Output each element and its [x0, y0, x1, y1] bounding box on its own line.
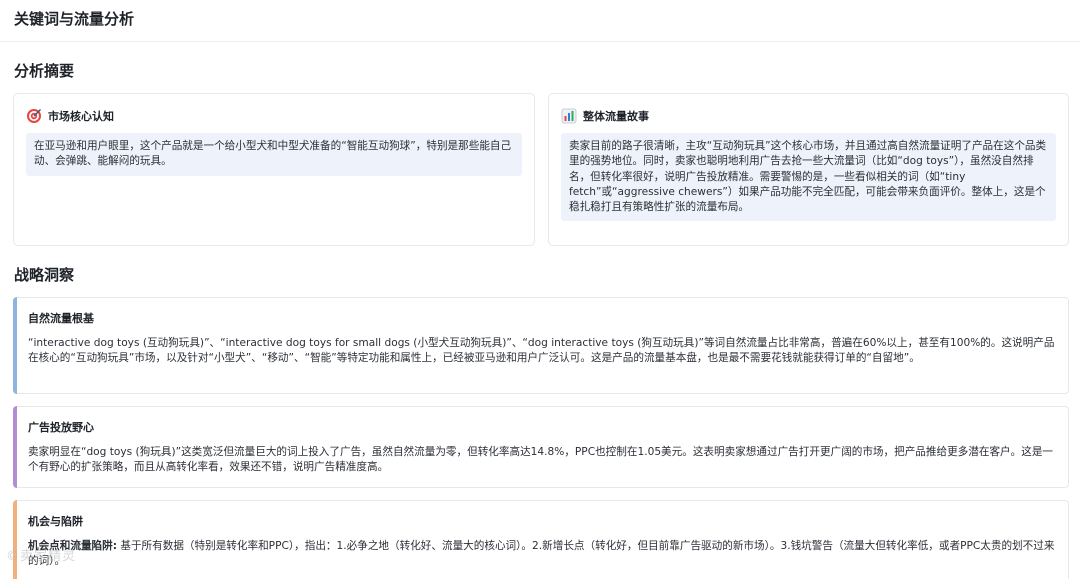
opportunity-risk-title: 机会与陷阱	[28, 515, 83, 528]
summary-section-title: 分析摘要	[14, 62, 75, 80]
ad-ambition-insight: 广告投放野心 卖家明显在“dog toys (狗玩具)”这类宽泛但流量巨大的词上…	[13, 406, 1069, 488]
market-insight-title: 市场核心认知	[48, 110, 114, 123]
top-bar: 关键词与流量分析	[0, 0, 1080, 42]
natural-traffic-body: “interactive dog toys (互动狗玩具)”、“interact…	[28, 337, 1055, 365]
traffic-story-title: 整体流量故事	[583, 110, 649, 123]
opportunity-risk-body: 机会点和流量陷阱: 基于所有数据（特别是转化率和PPC），指出：1.必争之地（转…	[28, 539, 1056, 570]
bar-chart-icon	[561, 108, 577, 124]
ad-ambition-title: 广告投放野心	[28, 421, 94, 434]
market-insight-card: 市场核心认知 在亚马逊和用户眼里，这个产品就是一个给小型犬和中型犬准备的“智能互…	[13, 93, 535, 246]
opportunity-risk-text: 基于所有数据（特别是转化率和PPC），指出：1.必争之地（转化好、流量大的核心词…	[28, 540, 1055, 568]
traffic-story-card: 整体流量故事 卖家目前的路子很清晰，主攻“互动狗玩具”这个核心市场，并且通过高自…	[548, 93, 1069, 246]
watermark: ©卖家精灵	[6, 549, 77, 564]
strategy-section-title: 战略洞察	[14, 266, 75, 284]
page-title: 关键词与流量分析	[14, 10, 135, 28]
summary-cards: 市场核心认知 在亚马逊和用户眼里，这个产品就是一个给小型犬和中型犬准备的“智能互…	[13, 93, 1069, 246]
natural-traffic-title: 自然流量根基	[28, 312, 94, 325]
opportunity-risk-insight: 机会与陷阱 机会点和流量陷阱: 基于所有数据（特别是转化率和PPC），指出：1.…	[13, 500, 1069, 579]
ad-ambition-body: 卖家明显在“dog toys (狗玩具)”这类宽泛但流量巨大的词上投入了广告，虽…	[28, 446, 1054, 474]
target-icon	[26, 108, 42, 124]
market-insight-body: 在亚马逊和用户眼里，这个产品就是一个给小型犬和中型犬准备的“智能互动狗球”，特别…	[26, 133, 522, 176]
traffic-story-body: 卖家目前的路子很清晰，主攻“互动狗玩具”这个核心市场，并且通过高自然流量证明了产…	[561, 133, 1056, 222]
natural-traffic-insight: 自然流量根基 “interactive dog toys (互动狗玩具)”、“i…	[13, 297, 1069, 394]
